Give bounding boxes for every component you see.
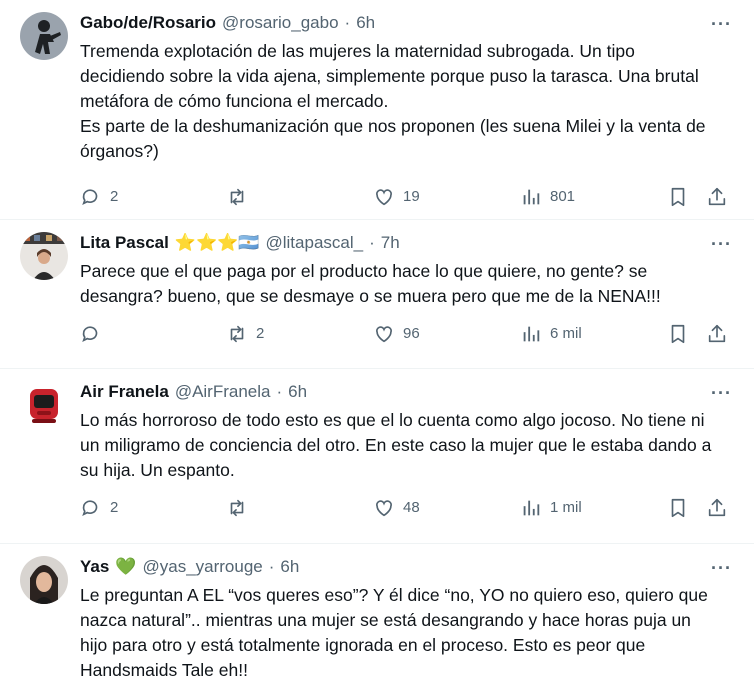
reply-button[interactable]: 2: [80, 186, 118, 208]
author-name[interactable]: Yas: [80, 556, 109, 578]
share-button[interactable]: [706, 323, 728, 345]
share-button[interactable]: [706, 497, 728, 519]
tweet-text: Lo más horroroso de todo esto es que el …: [80, 410, 717, 480]
more-options-icon[interactable]: ···: [711, 14, 732, 35]
timestamp[interactable]: 6h: [288, 381, 307, 403]
tweet-text: Tremenda explotación de las mujeres la m…: [80, 41, 706, 161]
tweet-text: Parece que el que paga por el producto h…: [80, 261, 661, 306]
like-count: 96: [403, 325, 420, 342]
timestamp[interactable]: 6h: [356, 12, 375, 34]
bookmark-button[interactable]: [667, 497, 689, 519]
retweet-icon: [230, 188, 244, 206]
tweet[interactable]: Yas 💚 @yas_yarrouge · 6h ··· Le pregunta…: [0, 544, 754, 690]
reply-button[interactable]: [80, 323, 110, 345]
heart-icon: [376, 500, 392, 517]
reply-icon: [82, 500, 98, 517]
views-count: 1 mil: [550, 499, 582, 516]
reply-icon: [82, 326, 98, 343]
avatar[interactable]: [20, 232, 68, 280]
retweet-button[interactable]: 2: [226, 323, 264, 345]
views-count: 6 mil: [550, 325, 582, 342]
timestamp[interactable]: 7h: [381, 232, 400, 254]
avatar[interactable]: [20, 12, 68, 60]
like-count: 48: [403, 499, 420, 516]
heart-icon: [376, 326, 392, 343]
heart-icon: [376, 189, 392, 206]
retweet-icon: [230, 499, 244, 517]
views-icon: [523, 189, 540, 205]
tweet-text: Le preguntan A EL “vos queres eso”? Y él…: [80, 585, 713, 680]
views-button[interactable]: 1 mil: [520, 497, 582, 519]
reply-icon: [82, 189, 98, 206]
share-icon: [708, 187, 726, 206]
action-bar: 2 19 801: [80, 178, 738, 224]
retweet-icon: [230, 325, 244, 343]
profile-badges: ⭐⭐⭐🇦🇷: [174, 233, 260, 252]
bookmark-icon: [671, 187, 685, 207]
action-bar: 2 48 1 mil: [80, 489, 738, 535]
author-handle[interactable]: @litapascal_: [266, 232, 364, 254]
share-button[interactable]: [706, 186, 728, 208]
views-button[interactable]: 6 mil: [520, 323, 582, 345]
separator-dot: ·: [369, 233, 375, 252]
tweet[interactable]: Air Franela @AirFranela · 6h ··· Lo más …: [0, 369, 754, 544]
more-options-icon[interactable]: ···: [711, 383, 732, 404]
author-handle[interactable]: @rosario_gabo: [222, 12, 339, 34]
avatar[interactable]: [20, 556, 68, 604]
author-name[interactable]: Air Franela: [80, 381, 169, 403]
views-icon: [523, 326, 540, 342]
author-handle[interactable]: @yas_yarrouge: [142, 556, 262, 578]
bookmark-button[interactable]: [667, 323, 689, 345]
retweet-button[interactable]: [226, 186, 256, 208]
separator-dot: ·: [276, 382, 283, 401]
separator-dot: ·: [268, 557, 275, 576]
share-icon: [708, 498, 726, 517]
share-icon: [708, 324, 726, 343]
reply-count: 2: [110, 499, 119, 516]
like-button[interactable]: 19: [373, 186, 420, 208]
bookmark-icon: [671, 324, 685, 344]
action-bar: 2 96 6 mil: [80, 315, 738, 361]
retweet-count: 2: [256, 325, 265, 342]
more-options-icon[interactable]: ···: [711, 558, 732, 579]
like-button[interactable]: 48: [373, 497, 420, 519]
reply-count: 2: [110, 188, 119, 205]
like-count: 19: [403, 188, 420, 205]
views-icon: [523, 500, 540, 516]
retweet-button[interactable]: [226, 497, 256, 519]
author-name[interactable]: Gabo/de/Rosario: [80, 12, 216, 34]
avatar[interactable]: [20, 381, 68, 429]
reply-button[interactable]: 2: [80, 497, 118, 519]
author-name[interactable]: Lita Pascal: [80, 232, 169, 254]
like-button[interactable]: 96: [373, 323, 420, 345]
tweet[interactable]: Gabo/de/Rosario @rosario_gabo · 6h ··· T…: [0, 0, 754, 220]
author-handle[interactable]: @AirFranela: [175, 381, 271, 403]
views-count: 801: [550, 188, 576, 205]
views-button[interactable]: 801: [520, 186, 575, 208]
green-heart-icon: 💚: [115, 557, 137, 576]
separator-dot: ·: [344, 13, 351, 32]
more-options-icon[interactable]: ···: [711, 234, 732, 255]
tweet[interactable]: Lita Pascal ⭐⭐⭐🇦🇷 @litapascal_ · 7h ··· …: [0, 220, 754, 369]
timestamp[interactable]: 6h: [280, 556, 299, 578]
bookmark-icon: [671, 498, 685, 518]
bookmark-button[interactable]: [667, 186, 689, 208]
